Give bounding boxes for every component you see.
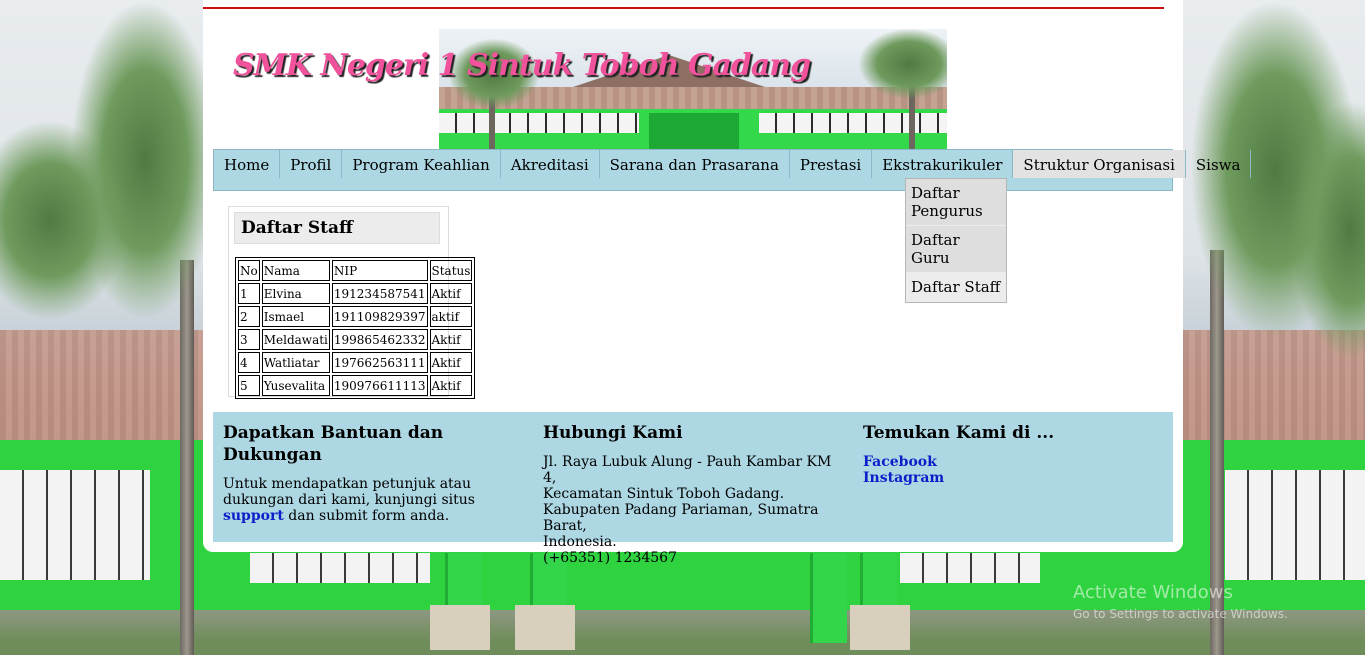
table-row: 5 Yusevalita 190976611113 Aktif bbox=[238, 375, 473, 396]
cell-nama: Watliatar bbox=[261, 352, 330, 373]
site-title: SMK Negeri 1 Sintuk Toboh Gadang bbox=[233, 48, 811, 83]
staff-box: Daftar Staff No Nama NIP Status 1 Elvina… bbox=[228, 206, 476, 399]
staff-heading: Daftar Staff bbox=[234, 212, 440, 244]
main-nav: Home Profil Program Keahlian Akreditasi … bbox=[213, 149, 1252, 191]
staff-table: No Nama NIP Status 1 Elvina 191234587541… bbox=[235, 257, 476, 399]
support-link[interactable]: support bbox=[223, 508, 284, 524]
instagram-link[interactable]: Instagram bbox=[863, 470, 944, 486]
bg-palm-trunk-left bbox=[180, 260, 194, 655]
footer-contact-column: Hubungi Kami Jl. Raya Lubuk Alung - Pauh… bbox=[543, 422, 843, 566]
footer-contact-heading: Hubungi Kami bbox=[543, 423, 683, 443]
nav-prestasi[interactable]: Prestasi bbox=[790, 150, 873, 178]
help-text-before: Untuk mendapatkan petunjuk atau dukungan… bbox=[223, 476, 475, 508]
cell-nama: Yusevalita bbox=[261, 375, 330, 396]
banner-windows bbox=[759, 113, 947, 133]
bg-pillar-base bbox=[515, 605, 575, 650]
nav-struktur-organisasi[interactable]: Struktur Organisasi bbox=[1013, 150, 1186, 178]
phone-number: (+65351) 1234567 bbox=[543, 550, 677, 566]
cell-nama: Elvina bbox=[261, 283, 330, 304]
nav-ekstrakurikuler[interactable]: Ekstrakurikuler bbox=[872, 150, 1014, 178]
cell-status: Aktif bbox=[429, 329, 473, 350]
nav-program-keahlian[interactable]: Program Keahlian bbox=[342, 150, 501, 178]
cell-nip: 199865462332 bbox=[331, 329, 428, 350]
top-rule bbox=[203, 7, 1164, 9]
cell-status: Aktif bbox=[429, 283, 473, 304]
nav-home[interactable]: Home bbox=[214, 150, 281, 178]
cell-status: aktif bbox=[429, 306, 473, 327]
cell-nama: Ismael bbox=[261, 306, 330, 327]
column-header: No bbox=[238, 260, 260, 281]
address-line: Indonesia. bbox=[543, 534, 617, 550]
nav-siswa[interactable]: Siswa bbox=[1186, 150, 1252, 178]
table-row: 3 Meldawati 199865462332 Aktif bbox=[238, 329, 473, 350]
nav-profil[interactable]: Profil bbox=[280, 150, 343, 178]
struktur-organisasi-dropdown: Daftar Pengurus Daftar Guru Daftar Staff bbox=[905, 178, 1007, 303]
bg-windows-center bbox=[250, 553, 430, 583]
cell-nama: Meldawati bbox=[261, 329, 330, 350]
help-text-after: dan submit form anda. bbox=[288, 508, 450, 524]
cell-nip: 197662563111 bbox=[331, 352, 428, 373]
cell-no: 3 bbox=[238, 329, 260, 350]
bg-windows-center-right bbox=[900, 553, 1040, 583]
cell-no: 2 bbox=[238, 306, 260, 327]
column-header: NIP bbox=[331, 260, 428, 281]
bg-pillar-base bbox=[430, 605, 490, 650]
table-row: 2 Ismael 191109829397 aktif bbox=[238, 306, 473, 327]
dropdown-daftar-guru[interactable]: Daftar Guru bbox=[906, 226, 1006, 273]
footer: Dapatkan Bantuan dan Dukungan Untuk mend… bbox=[213, 412, 1173, 566]
column-header: Status bbox=[429, 260, 473, 281]
activate-windows-watermark: Activate Windows Go to Settings to activ… bbox=[1073, 582, 1288, 621]
banner-windows bbox=[439, 113, 639, 133]
cell-nip: 191109829397 bbox=[331, 306, 428, 327]
footer-help-text: Untuk mendapatkan petunjuk atau dukungan… bbox=[223, 476, 523, 524]
dropdown-daftar-staff[interactable]: Daftar Staff bbox=[906, 273, 1006, 302]
footer-help-heading: Dapatkan Bantuan dan Dukungan bbox=[223, 423, 444, 465]
bg-pillar-base bbox=[850, 605, 910, 650]
cell-status: Aktif bbox=[429, 352, 473, 373]
footer-social-heading: Temukan Kami di ... bbox=[863, 423, 1055, 443]
nav-akreditasi[interactable]: Akreditasi bbox=[501, 150, 600, 178]
facebook-link[interactable]: Facebook bbox=[863, 454, 937, 470]
bg-pillar bbox=[810, 553, 847, 643]
banner-entrance bbox=[649, 113, 739, 149]
table-row: 4 Watliatar 197662563111 Aktif bbox=[238, 352, 473, 373]
activate-subtitle: Go to Settings to activate Windows. bbox=[1073, 607, 1288, 621]
cell-nip: 191234587541 bbox=[331, 283, 428, 304]
address-line: Kecamatan Sintuk Toboh Gadang. bbox=[543, 486, 785, 502]
table-row: 1 Elvina 191234587541 Aktif bbox=[238, 283, 473, 304]
cell-nip: 190976611113 bbox=[331, 375, 428, 396]
cell-no: 1 bbox=[238, 283, 260, 304]
address-line: Jl. Raya Lubuk Alung - Pauh Kambar KM 4, bbox=[543, 454, 832, 486]
banner-image bbox=[439, 29, 947, 149]
footer-social-column: Temukan Kami di ... Facebook Instagram bbox=[863, 422, 1163, 486]
dropdown-daftar-pengurus[interactable]: Daftar Pengurus bbox=[906, 179, 1006, 226]
nav-sarana-prasarana[interactable]: Sarana dan Prasarana bbox=[600, 150, 790, 178]
main-container: SMK Negeri 1 Sintuk Toboh Gadang Home Pr… bbox=[203, 0, 1252, 566]
activate-title: Activate Windows bbox=[1073, 582, 1233, 603]
bg-roof-left bbox=[0, 330, 203, 440]
column-header: Nama bbox=[261, 260, 330, 281]
cell-no: 5 bbox=[238, 375, 260, 396]
address-line: Kabupaten Padang Pariaman, Sumatra Barat… bbox=[543, 502, 819, 534]
footer-help-column: Dapatkan Bantuan dan Dukungan Untuk mend… bbox=[223, 422, 523, 524]
table-header-row: No Nama NIP Status bbox=[238, 260, 473, 281]
bg-windows-left bbox=[0, 470, 150, 580]
cell-status: Aktif bbox=[429, 375, 473, 396]
cell-no: 4 bbox=[238, 352, 260, 373]
bg-windows-right bbox=[1225, 470, 1365, 580]
